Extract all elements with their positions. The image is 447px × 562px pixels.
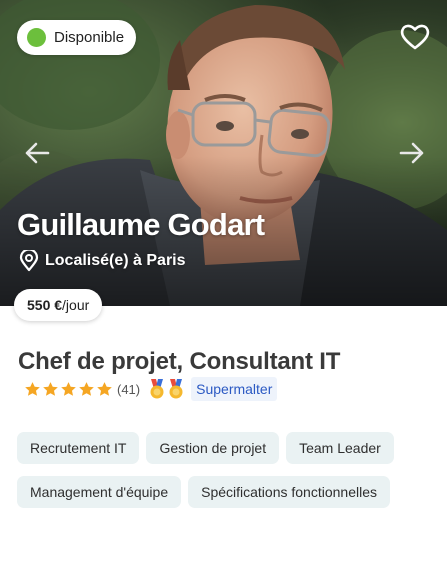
medals <box>149 378 184 400</box>
availability-label: Disponible <box>54 29 125 46</box>
star-icon <box>25 381 40 396</box>
profile-photo[interactable]: Disponible Guillaume Godart Localisé(e) … <box>0 0 447 306</box>
arrow-left-icon <box>25 142 50 164</box>
skill-tag[interactable]: Spécifications fonctionnelles <box>188 476 390 508</box>
next-photo-button[interactable] <box>397 138 427 168</box>
star-icon <box>61 381 76 396</box>
skill-tag[interactable]: Gestion de projet <box>146 432 280 464</box>
previous-photo-button[interactable] <box>22 138 52 168</box>
star-rating <box>24 381 113 398</box>
star-icon <box>43 381 58 396</box>
star-icon <box>97 381 112 396</box>
location-pin-icon <box>19 250 39 272</box>
arrow-right-icon <box>399 142 424 164</box>
skill-tag[interactable]: Team Leader <box>286 432 394 464</box>
location-line: Localisé(e) à Paris <box>19 250 186 272</box>
status-dot-icon <box>27 28 46 47</box>
skill-tag[interactable]: Management d'équipe <box>17 476 182 508</box>
medal-icon <box>169 379 183 399</box>
review-count: (41) <box>117 381 141 397</box>
daily-rate-badge: 550 €/jour <box>14 289 103 321</box>
skill-tag[interactable]: Recrutement IT <box>17 432 140 464</box>
star-icon <box>79 381 94 396</box>
rate-unit: /jour <box>62 297 90 313</box>
rate-amount: 550 € <box>27 297 63 313</box>
medal-icon <box>150 379 164 399</box>
freelancer-card[interactable]: Disponible Guillaume Godart Localisé(e) … <box>0 0 447 562</box>
job-title: Chef de projet, Consultant IT <box>18 348 341 375</box>
favorite-button[interactable] <box>397 19 433 55</box>
location-label: Localisé(e) à Paris <box>45 252 186 269</box>
heart-icon <box>400 24 430 50</box>
availability-badge: Disponible <box>17 20 137 55</box>
supermalter-badge: Supermalter <box>191 377 278 401</box>
rating-row: (41) Supermalter <box>24 376 278 402</box>
skill-tags: Recrutement IT Gestion de projet Team Lead… <box>17 432 427 508</box>
freelancer-name[interactable]: Guillaume Godart <box>17 207 265 243</box>
